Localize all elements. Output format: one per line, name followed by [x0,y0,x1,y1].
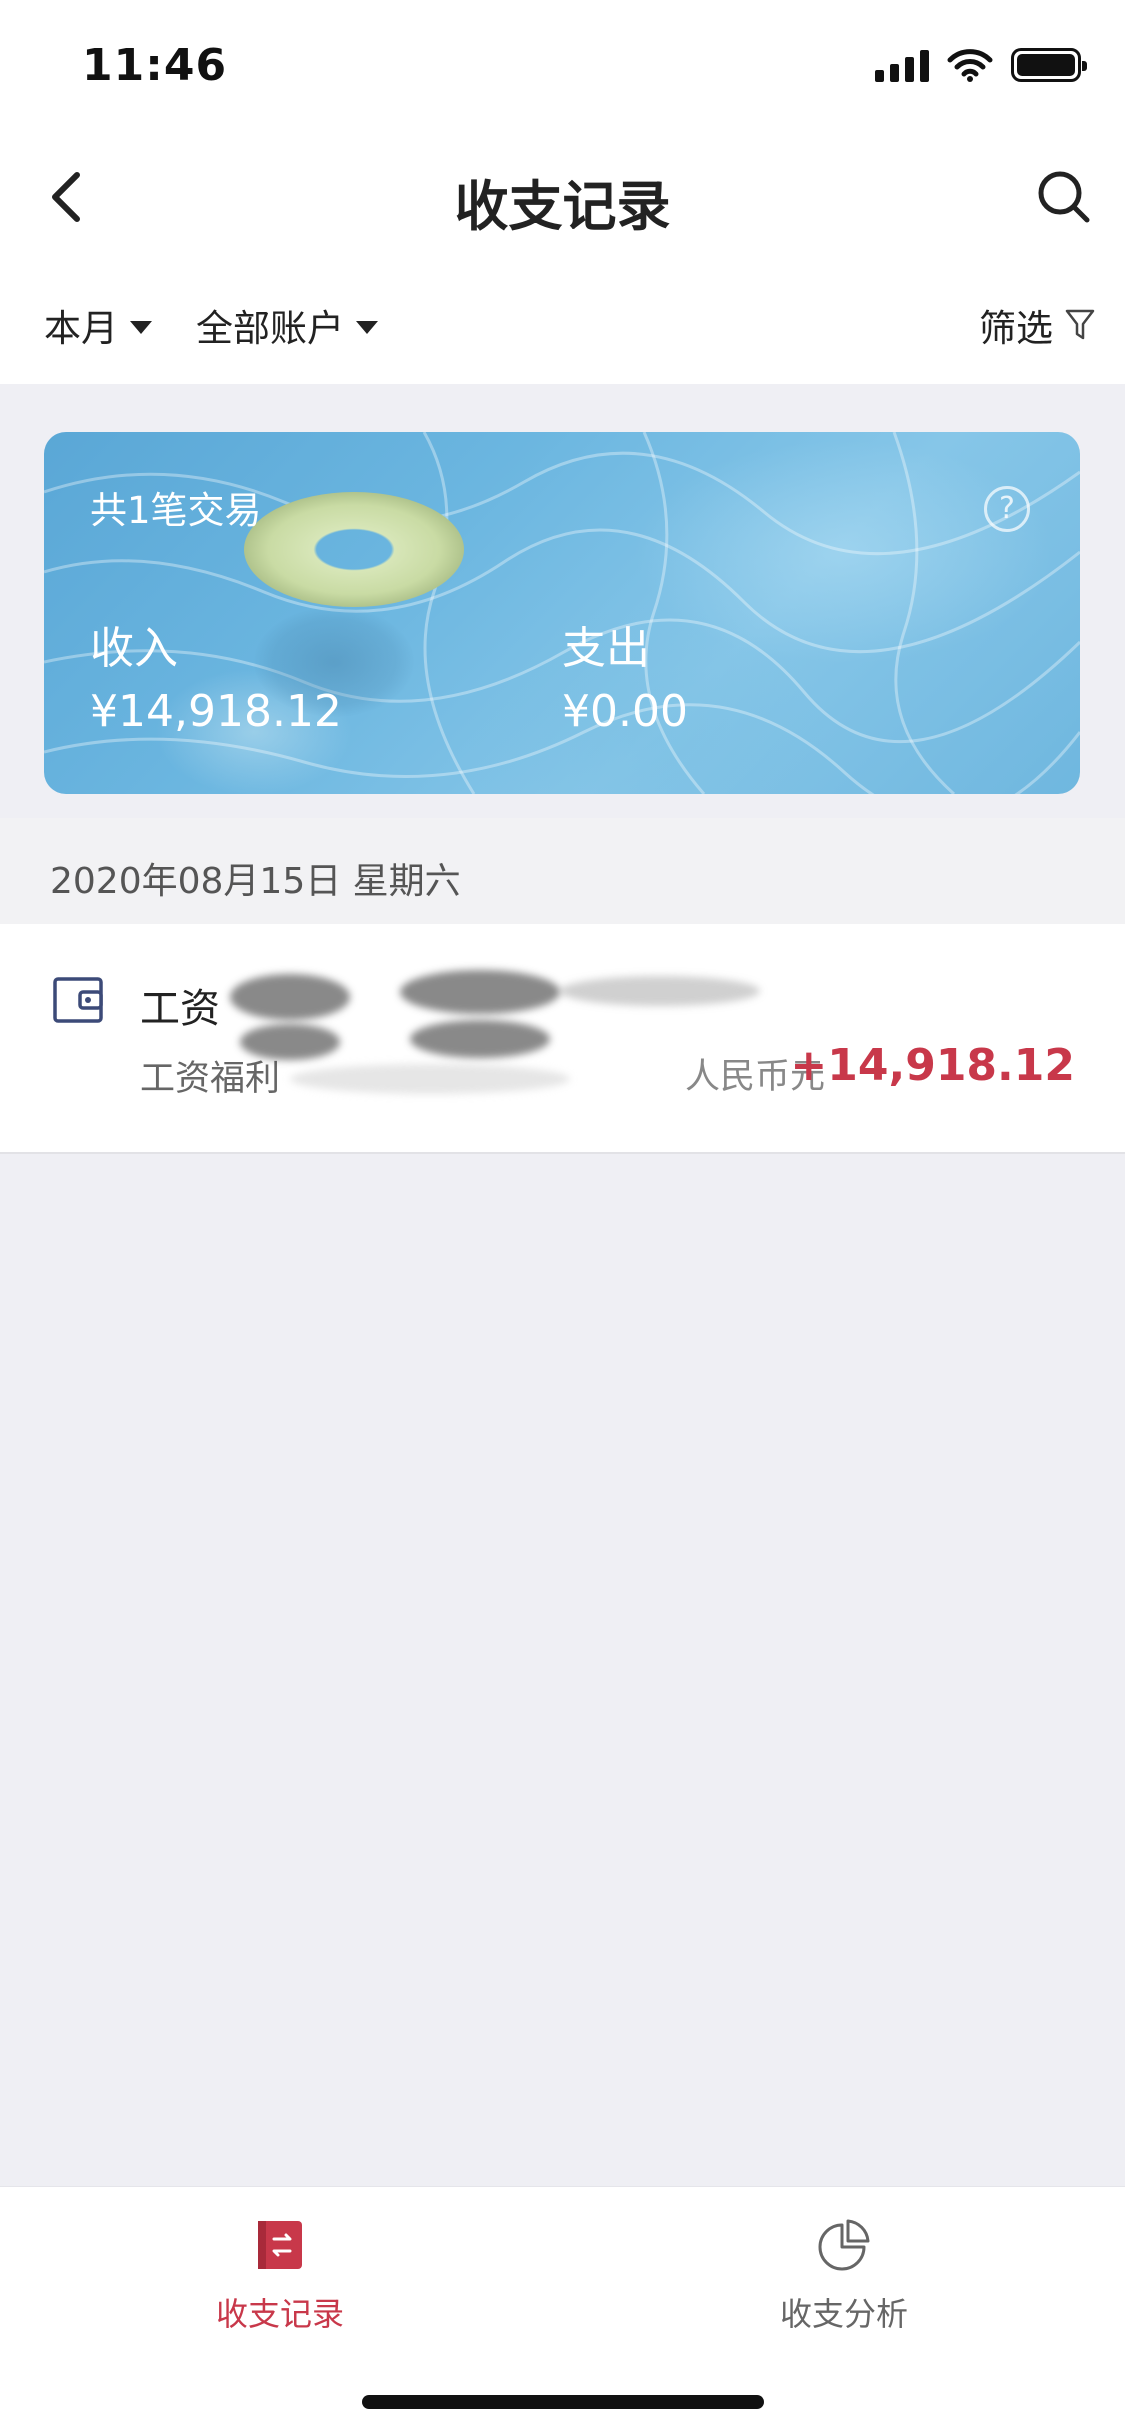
help-icon[interactable]: ? [984,486,1030,532]
wallet-icon [53,977,103,1023]
expense-value: ¥0.00 [562,686,688,737]
screen: 11:46 收支记录 本月 全部账户 筛选 共1笔交易 ? 收入 ¥14,918… [0,0,1125,2436]
battery-icon [1011,48,1087,82]
signal-icon [875,48,929,82]
date-group-header: 2020年08月15日 星期六 [0,818,1125,924]
tab-analysis[interactable]: 收支分析 [694,2217,994,2335]
transaction-amount: +14,918.12 [790,1040,1075,1091]
records-icon [258,2221,302,2269]
transaction-row[interactable]: 工资 工资福利 人民币元 +14,918.12 [0,924,1125,1154]
transaction-count: 共1笔交易 [90,489,262,532]
funnel-icon [1065,309,1095,340]
month-dropdown-label: 本月 [44,307,118,350]
empty-area [0,1154,1125,2186]
pie-chart-icon [818,2219,870,2271]
chevron-down-icon [356,320,378,334]
account-dropdown[interactable]: 全部账户 [196,298,378,352]
date-text: 2020年08月15日 星期六 [50,861,461,902]
search-icon[interactable] [1029,162,1099,232]
transaction-title: 工资 [140,986,220,1032]
summary-card: 共1笔交易 ? 收入 ¥14,918.12 支出 ¥0.00 [44,432,1080,794]
chevron-down-icon [130,320,152,334]
month-dropdown[interactable]: 本月 [44,298,152,352]
summary-section: 共1笔交易 ? 收入 ¥14,918.12 支出 ¥0.00 [0,384,1125,818]
status-time: 11:46 [82,40,228,91]
income-value: ¥14,918.12 [90,686,342,737]
tab-analysis-label: 收支分析 [779,2295,908,2333]
nav-bar: 收支记录 [0,132,1125,262]
home-indicator[interactable] [362,2395,764,2409]
tab-records[interactable]: 收支记录 [130,2217,430,2335]
account-dropdown-label: 全部账户 [196,307,344,350]
filter-button[interactable]: 筛选 [979,298,1095,352]
expense-label: 支出 [562,623,650,674]
status-icons [875,48,1087,82]
page-title: 收支记录 [454,175,671,238]
filter-button-label: 筛选 [979,307,1053,350]
swim-ring-decoration [244,492,464,607]
tab-records-label: 收支记录 [215,2295,344,2333]
income-label: 收入 [90,623,178,674]
filter-bar: 本月 全部账户 筛选 [0,262,1125,384]
status-bar: 11:46 [0,0,1125,132]
transaction-category: 工资福利 [140,1059,281,1099]
wifi-icon [947,49,993,82]
